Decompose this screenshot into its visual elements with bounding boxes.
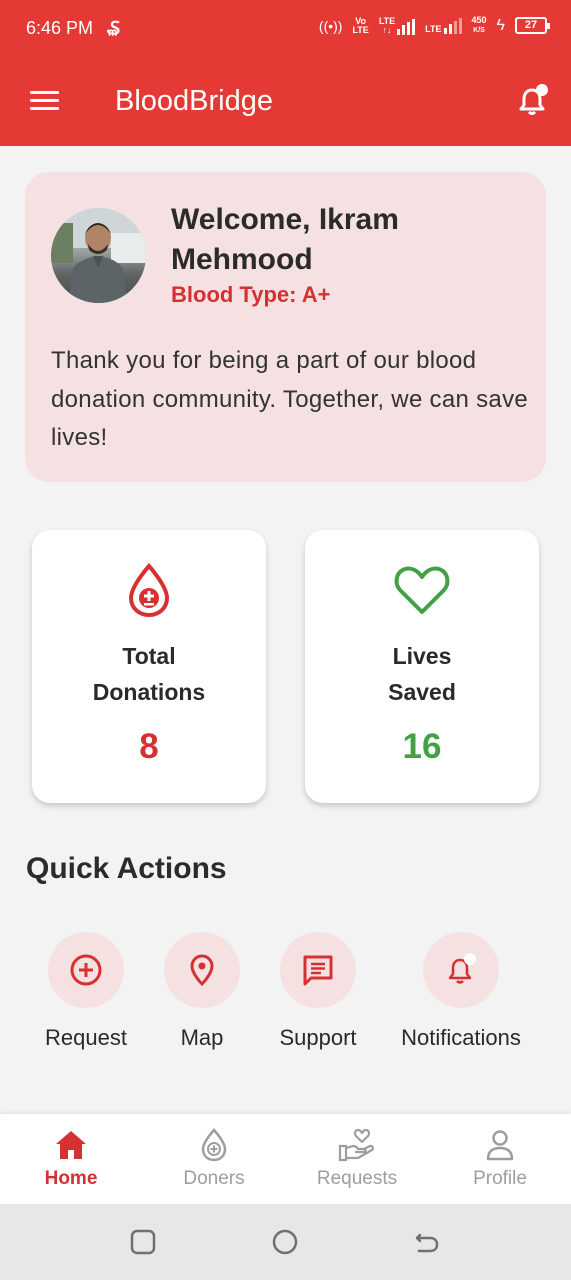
welcome-card: Welcome, Ikram Mehmood Blood Type: A+ Th…: [25, 172, 546, 482]
blood-drop-icon: [143, 1128, 285, 1162]
quick-action-support[interactable]: Support: [248, 932, 388, 1051]
nav-item-home[interactable]: Home: [0, 1128, 142, 1190]
welcome-greeting: Welcome, Ikram Mehmood: [171, 203, 399, 276]
nav-label: Doners: [183, 1168, 245, 1189]
network-speed: 450 K/S: [471, 15, 487, 35]
nav-item-profile[interactable]: Profile: [429, 1128, 571, 1190]
nav-item-requests[interactable]: Requests: [286, 1128, 428, 1190]
status-bar: 6:46 PM ₷ ((•)) Vo LTE LTE ↑↓ LTE 450 K/S ϟ…: [0, 0, 571, 58]
bell-icon[interactable]: [423, 932, 499, 1008]
lives-saved-card[interactable]: Lives Saved 16: [305, 530, 539, 803]
welcome-message: Thank you for being a part of our blood …: [51, 347, 529, 451]
stat-label: Total Donations: [92, 643, 206, 705]
home-icon: [0, 1128, 142, 1162]
sync-icon: ₷: [107, 18, 121, 38]
status-time: 6:46 PM: [26, 18, 94, 38]
home-button-icon[interactable]: [272, 1229, 298, 1255]
blood-type: Blood Type: A+: [171, 282, 331, 307]
hotspot-icon: ((•)): [318, 17, 343, 34]
app-title: BloodBridge: [115, 85, 273, 117]
quick-actions-title: Quick Actions: [26, 852, 227, 885]
notifications-bell-icon[interactable]: [515, 82, 551, 118]
status-indicators: ((•)) Vo LTE LTE ↑↓ LTE 450 K/S ϟ 27: [318, 15, 550, 35]
charging-icon: ϟ: [496, 16, 505, 34]
add-circle-icon[interactable]: [48, 932, 124, 1008]
nav-label: Requests: [316, 1168, 398, 1189]
nav-label: Profile: [473, 1168, 527, 1189]
chat-icon[interactable]: [280, 932, 356, 1008]
total-donations-card[interactable]: Total Donations 8: [32, 530, 266, 803]
nav-label: Home: [44, 1168, 98, 1189]
quick-action-label: Notifications: [401, 1025, 521, 1050]
volte-icon: Vo LTE: [352, 15, 369, 35]
system-nav-bar: [0, 1204, 571, 1280]
total-donations-value: 8: [139, 727, 159, 766]
quick-action-notifications[interactable]: Notifications: [391, 932, 531, 1051]
app-bar: BloodBridge: [0, 58, 571, 146]
menu-icon[interactable]: [30, 91, 59, 111]
lives-saved-value: 16: [402, 727, 442, 766]
back-icon[interactable]: [414, 1229, 440, 1255]
battery-icon: 27: [515, 17, 550, 34]
person-icon: [429, 1128, 571, 1162]
stat-label: Lives Saved: [388, 643, 456, 705]
avatar[interactable]: [51, 208, 146, 303]
quick-action-label: Support: [279, 1025, 357, 1050]
nav-item-doners[interactable]: Doners: [143, 1128, 285, 1190]
recent-apps-icon[interactable]: [130, 1229, 156, 1255]
hand-heart-icon: [286, 1128, 428, 1162]
heart-icon: [305, 560, 539, 620]
signal-icon-2: LTE: [425, 17, 462, 34]
bottom-nav: Home Doners Requests Profile: [0, 1114, 571, 1204]
location-pin-icon[interactable]: [164, 932, 240, 1008]
blood-drop-icon: [32, 560, 266, 620]
signal-icon-1: LTE ↑↓: [379, 16, 416, 35]
